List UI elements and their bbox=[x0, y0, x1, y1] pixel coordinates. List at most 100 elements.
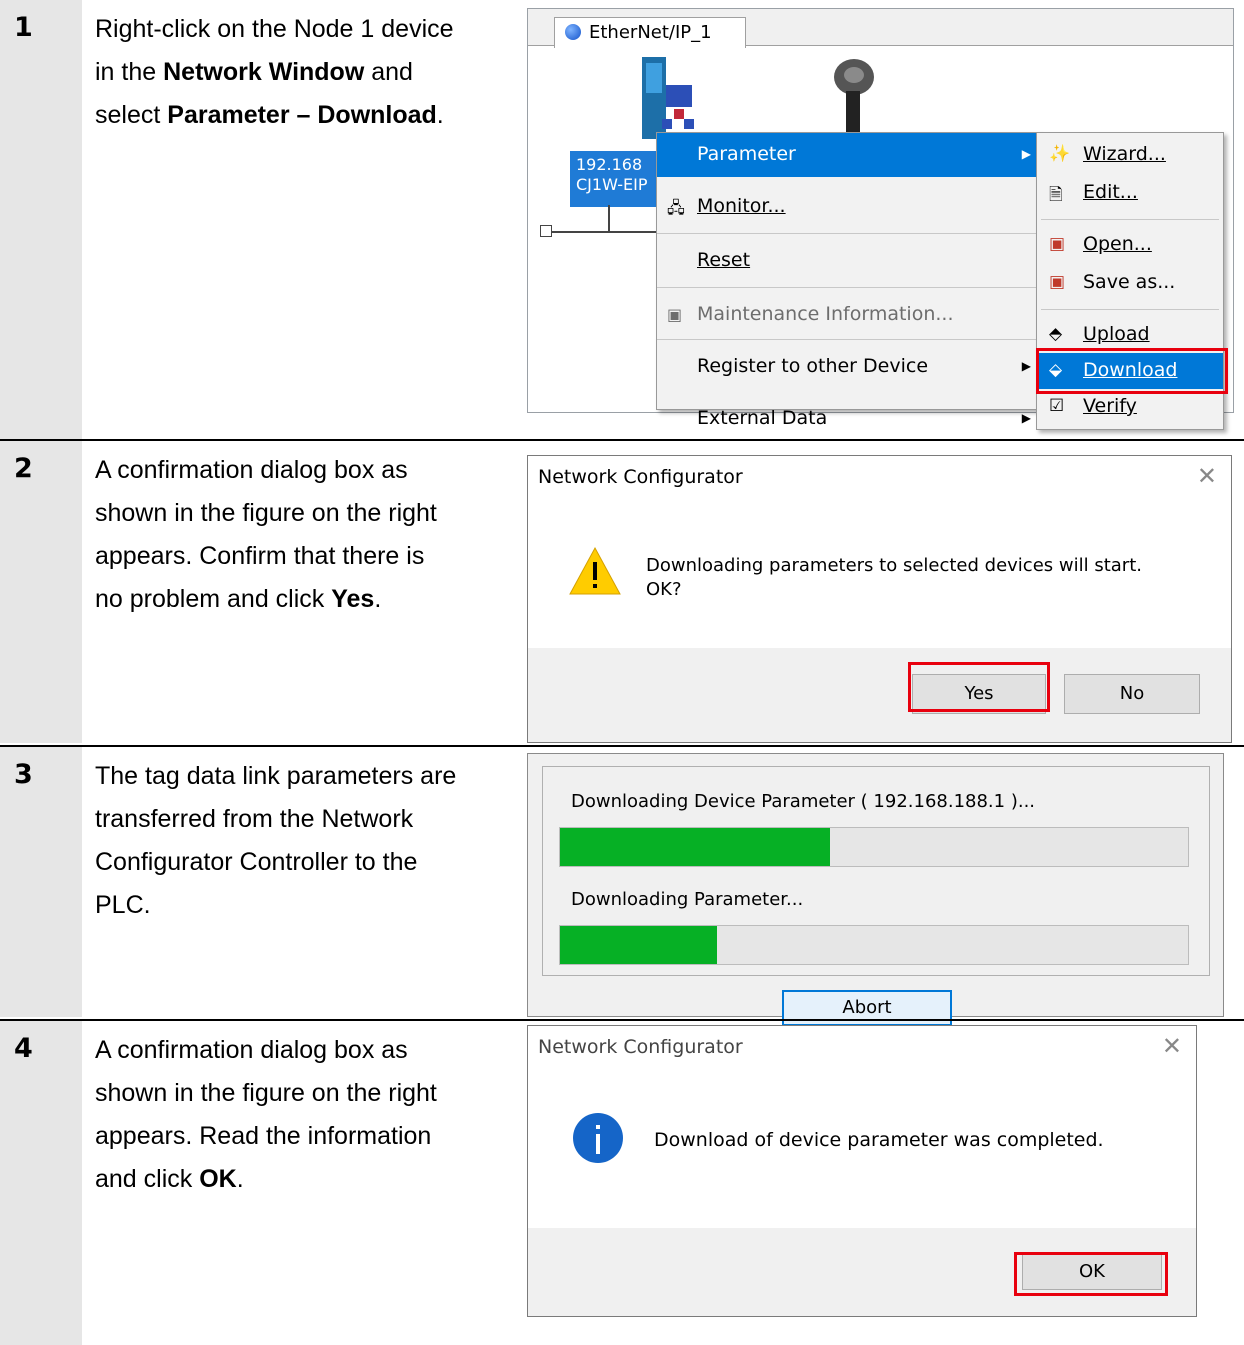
step-text-line: A confirmation dialog box as bbox=[95, 449, 515, 492]
dialog-message-line: Downloading parameters to selected devic… bbox=[646, 555, 1142, 576]
wizard-icon: ✨ bbox=[1049, 144, 1071, 164]
menu-item-label: External Data bbox=[697, 407, 828, 429]
submenu-item-label: Upload bbox=[1083, 323, 1150, 345]
step-1-row: 1 Right-click on the Node 1 device in the… bbox=[0, 0, 1244, 440]
submenu-item-verify[interactable]: ☑ Verify bbox=[1037, 389, 1223, 425]
step-text: and bbox=[364, 58, 413, 86]
step-4-row: 4 A confirmation dialog box as shown in t… bbox=[0, 1021, 1244, 1345]
save-file-icon: ▣ bbox=[1049, 272, 1066, 292]
menu-item-monitor[interactable]: 🖧 Monitor... bbox=[657, 185, 1039, 229]
step-text: A confirmation dialog box as bbox=[95, 1036, 408, 1064]
menu-separator bbox=[657, 287, 1039, 288]
step-text: Right-click on the Node 1 device bbox=[95, 15, 454, 43]
step-text: Configurator Controller to the bbox=[95, 848, 418, 876]
network-terminator bbox=[540, 225, 552, 237]
menu-item-label: Monitor... bbox=[697, 195, 786, 217]
step-3-number: 3 bbox=[14, 759, 33, 790]
step-text: no problem and click bbox=[95, 585, 332, 613]
submenu-item-label: Open... bbox=[1083, 233, 1152, 255]
step-text: shown in the figure on the right bbox=[95, 499, 437, 527]
step-text-bold: Network Window bbox=[163, 58, 365, 86]
menu-item-label: Register to other Device bbox=[697, 355, 929, 377]
step-text-line: appears. Read the information bbox=[95, 1115, 515, 1158]
step-2-number: 2 bbox=[14, 453, 33, 484]
monitor-icon: 🖧 bbox=[667, 198, 685, 217]
step-4-number: 4 bbox=[14, 1033, 33, 1064]
step-text-line: A confirmation dialog box as bbox=[95, 1029, 515, 1072]
menu-item-reset[interactable]: Reset bbox=[657, 239, 1039, 283]
step-text: appears. Confirm that there is bbox=[95, 542, 425, 570]
ok-highlight-box bbox=[1014, 1252, 1168, 1296]
submenu-arrow-icon: ▶ bbox=[1021, 147, 1031, 161]
device-label-node-1[interactable]: 192.168 CJ1W-EIP bbox=[570, 151, 662, 207]
step-text: . bbox=[236, 1165, 244, 1193]
confirm-download-dialog: Network Configurator ✕ Downloading param… bbox=[527, 455, 1232, 743]
menu-separator bbox=[657, 339, 1039, 340]
step-3-number-column: 3 bbox=[0, 747, 82, 1017]
menu-item-label: Reset bbox=[697, 249, 751, 271]
step-text-line: appears. Confirm that there is bbox=[95, 535, 515, 578]
submenu-item-edit[interactable]: 🗎 Edit... bbox=[1037, 175, 1223, 211]
step-text-line: Right-click on the Node 1 device bbox=[95, 8, 515, 51]
info-icon bbox=[573, 1113, 623, 1163]
step-text-line: shown in the figure on the right bbox=[95, 492, 515, 535]
close-icon[interactable]: ✕ bbox=[1162, 1032, 1182, 1060]
step-text: . bbox=[436, 101, 444, 129]
menu-separator bbox=[657, 233, 1039, 234]
step-1-number: 1 bbox=[14, 12, 33, 43]
dialog-message: Download of device parameter was complet… bbox=[654, 1129, 1104, 1151]
menu-item-external-data[interactable]: External Data ▶ bbox=[657, 397, 1039, 441]
progress-panel: Downloading Device Parameter ( 192.168.1… bbox=[542, 766, 1210, 976]
menu-item-parameter[interactable]: Parameter ▶ bbox=[657, 133, 1039, 177]
step-text: select bbox=[95, 101, 168, 129]
device-progress-bar bbox=[559, 827, 1189, 867]
verify-check-icon: ☑ bbox=[1049, 396, 1065, 416]
submenu-arrow-icon: ▶ bbox=[1021, 411, 1031, 425]
step-2-row: 2 A confirmation dialog box as shown in t… bbox=[0, 441, 1244, 743]
network-drop-line bbox=[608, 205, 610, 233]
step-text-line: The tag data link parameters are bbox=[95, 755, 515, 798]
submenu-separator bbox=[1041, 219, 1219, 220]
dialog-title: Network Configurator bbox=[538, 466, 743, 488]
menu-item-maintenance[interactable]: ▣ Maintenance Information... bbox=[657, 293, 1039, 337]
submenu-item-label: Save as... bbox=[1083, 271, 1176, 293]
no-button[interactable]: No bbox=[1064, 674, 1200, 714]
step-2-description: A confirmation dialog box as shown in the… bbox=[95, 449, 515, 621]
tab-ethernet-ip-1[interactable]: EtherNet/IP_1 bbox=[554, 17, 746, 48]
step-text: The tag data link parameters are bbox=[95, 762, 457, 790]
menu-item-label: Parameter bbox=[697, 143, 796, 165]
step-text: and click bbox=[95, 1165, 200, 1193]
step-text-line: PLC. bbox=[95, 884, 515, 927]
menu-item-register[interactable]: Register to other Device ▶ bbox=[657, 345, 1039, 389]
edit-icon: 🗎 bbox=[1049, 185, 1063, 205]
device-progress-label: Downloading Device Parameter ( 192.168.1… bbox=[571, 791, 1036, 812]
submenu-arrow-icon: ▶ bbox=[1021, 359, 1031, 373]
submenu-item-label: Edit... bbox=[1083, 181, 1138, 203]
submenu-item-label: Wizard... bbox=[1083, 143, 1166, 165]
submenu-item-save-as[interactable]: ▣ Save as... bbox=[1037, 265, 1223, 301]
device-model-text: CJ1W-EIP bbox=[576, 175, 648, 194]
submenu-separator bbox=[1041, 309, 1219, 310]
step-text: PLC. bbox=[95, 891, 151, 919]
dialog-message-line: OK? bbox=[646, 579, 682, 600]
submenu-item-wizard[interactable]: ✨ Wizard... bbox=[1037, 137, 1223, 173]
menu-item-label: Maintenance Information... bbox=[697, 303, 954, 325]
close-icon[interactable]: ✕ bbox=[1197, 462, 1217, 490]
step-text: shown in the figure on the right bbox=[95, 1079, 437, 1107]
step-text: appears. Read the information bbox=[95, 1122, 432, 1150]
parameter-progress-bar bbox=[559, 925, 1189, 965]
download-highlight-box bbox=[1036, 348, 1228, 394]
maintenance-icon: ▣ bbox=[667, 305, 683, 324]
submenu-item-open[interactable]: ▣ Open... bbox=[1037, 227, 1223, 263]
step-text-bold: Parameter – Download bbox=[167, 101, 437, 129]
step-text-bold: Yes bbox=[331, 585, 375, 613]
step-text-line: transferred from the Network bbox=[95, 798, 515, 841]
open-file-icon: ▣ bbox=[1049, 234, 1066, 254]
step-4-description: A confirmation dialog box as shown in the… bbox=[95, 1029, 515, 1201]
device-progress-fill bbox=[560, 828, 831, 866]
step-text-line: select Parameter – Download. bbox=[95, 94, 515, 137]
step-text-line: and click OK. bbox=[95, 1158, 515, 1201]
step-text-bold: OK bbox=[199, 1165, 237, 1193]
step-text-line: no problem and click Yes. bbox=[95, 578, 515, 621]
step-3-description: The tag data link parameters are transfer… bbox=[95, 755, 515, 927]
